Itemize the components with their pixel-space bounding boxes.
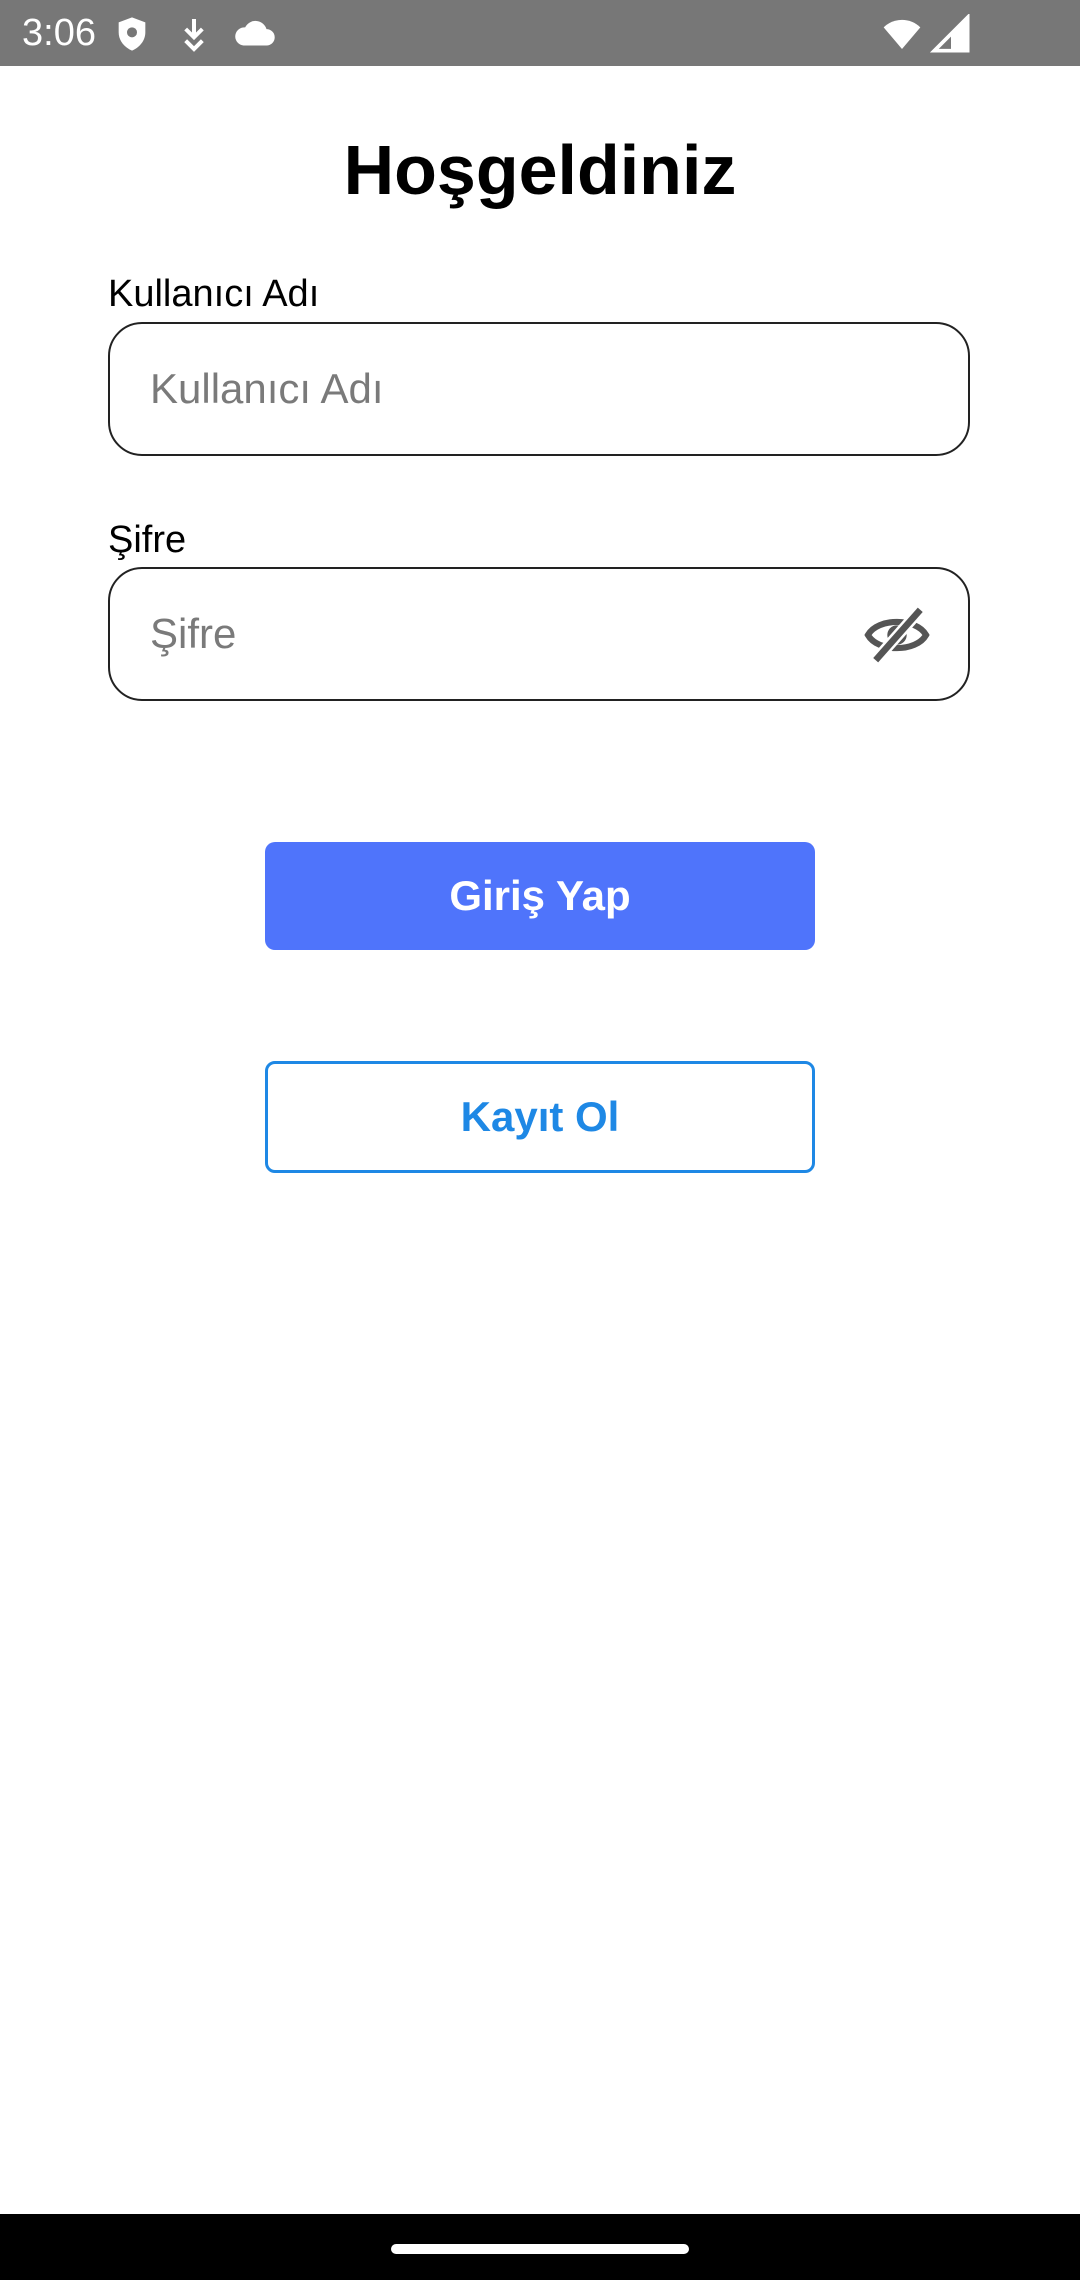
download-icon (174, 14, 214, 54)
login-button[interactable]: Giriş Yap (265, 842, 815, 950)
wifi-icon (880, 14, 924, 54)
password-label: Şifre (108, 519, 187, 561)
username-field-container (108, 322, 970, 456)
password-field-container (108, 567, 970, 701)
page-title: Hoşgeldiniz (343, 131, 737, 209)
status-time: 3:06 (22, 12, 96, 54)
cell-signal-icon (930, 14, 972, 54)
home-gesture-handle[interactable] (391, 2244, 689, 2254)
eye-off-icon[interactable] (864, 604, 930, 666)
status-bar: 3:06 (0, 0, 1080, 66)
register-button[interactable]: Kayıt Ol (265, 1061, 815, 1173)
username-input[interactable] (150, 324, 850, 454)
shield-icon (112, 14, 152, 54)
navigation-bar (0, 2214, 1080, 2280)
password-input[interactable] (150, 569, 850, 699)
username-label: Kullanıcı Adı (108, 273, 320, 315)
cloud-icon (232, 14, 278, 54)
